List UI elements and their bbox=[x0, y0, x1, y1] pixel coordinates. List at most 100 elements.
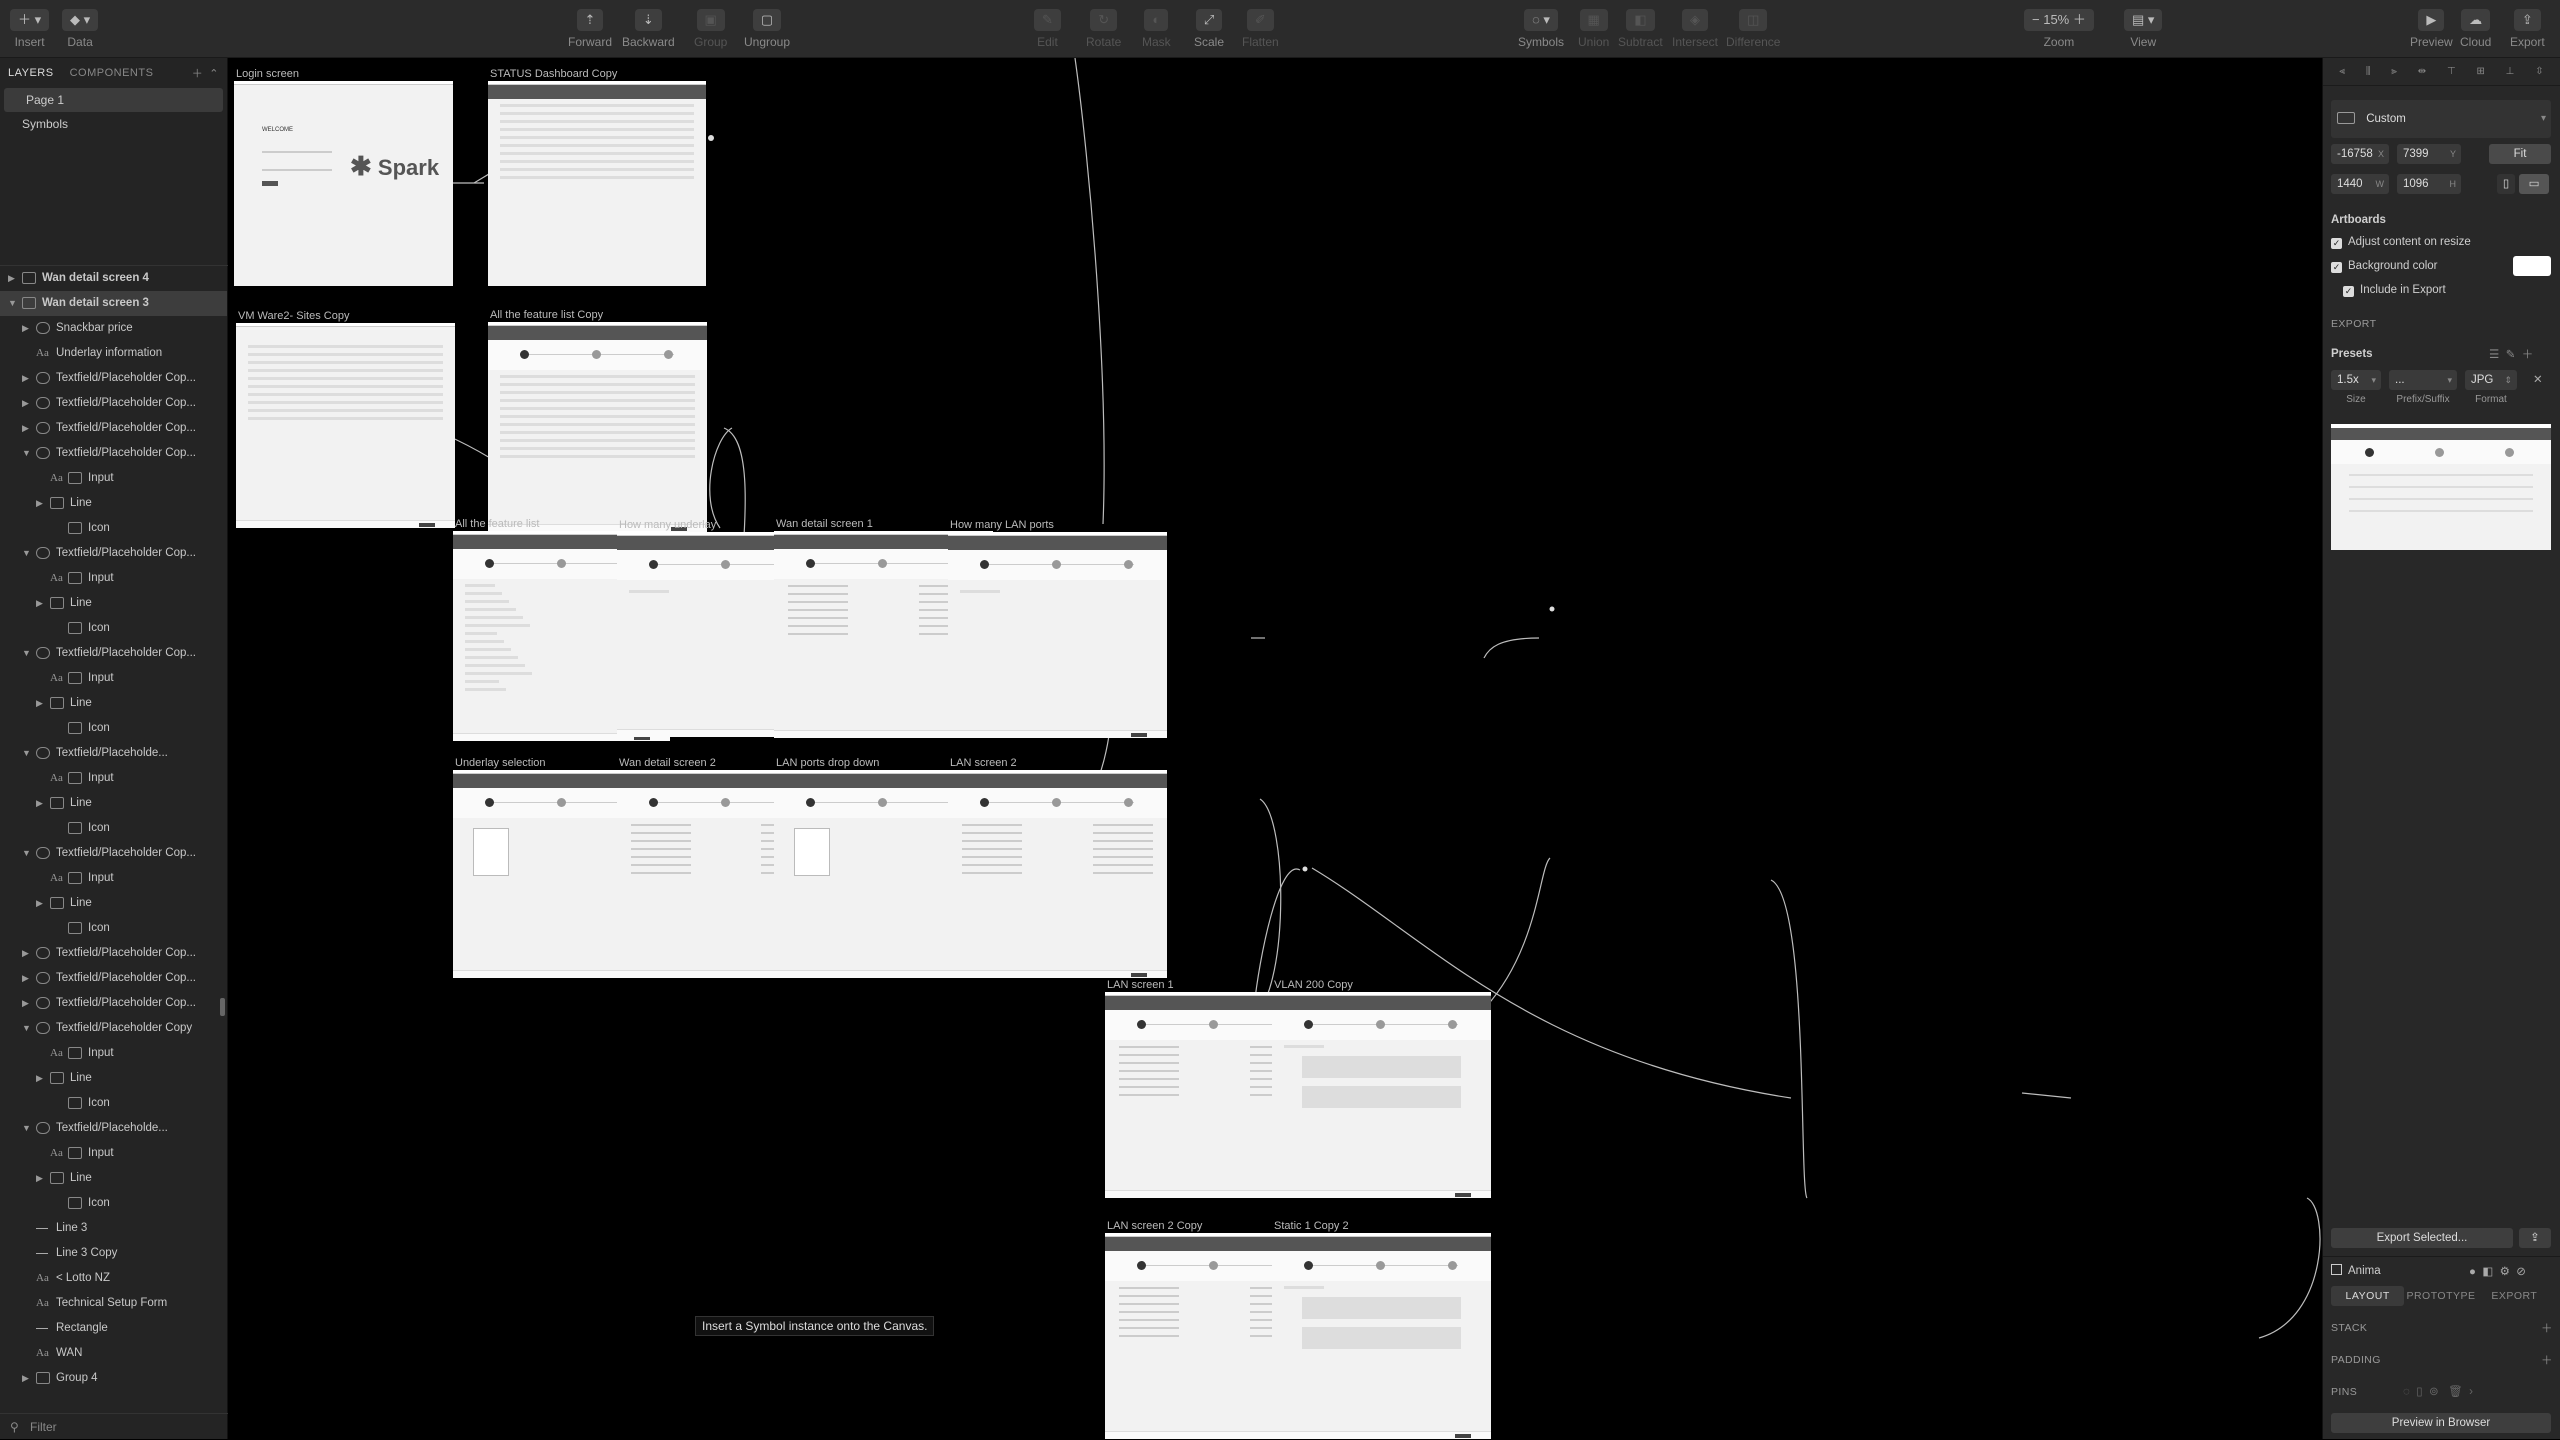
portrait-button[interactable]: ▯ bbox=[2497, 174, 2515, 194]
disclosure-open-icon[interactable]: ▼ bbox=[8, 291, 17, 316]
x-field[interactable]: -16758 X bbox=[2331, 144, 2389, 164]
layer-row[interactable]: ▶ Textfield/Placeholder Cop... bbox=[0, 991, 227, 1016]
layer-row[interactable]: Aa Technical Setup Form bbox=[0, 1291, 227, 1316]
layer-row[interactable]: Icon bbox=[0, 516, 227, 541]
difference-tool[interactable]: ◫ Difference bbox=[1726, 9, 1780, 49]
layer-row[interactable]: Aa Input bbox=[0, 766, 227, 791]
rotate-tool[interactable]: ↻ Rotate bbox=[1086, 9, 1121, 49]
forward-tool[interactable]: ⇡ Forward bbox=[568, 9, 612, 49]
disclosure-closed-icon[interactable]: ▶ bbox=[36, 691, 43, 716]
layer-row[interactable]: ▶ Snackbar price bbox=[0, 316, 227, 341]
insert-tool[interactable]: ＋ ▾ Insert bbox=[10, 9, 50, 49]
align-bottom-icon[interactable]: ⊥ bbox=[2506, 66, 2515, 77]
disclosure-open-icon[interactable]: ▼ bbox=[22, 441, 31, 466]
artboard-login-screen[interactable]: Login screen WELCOME ✱ Spark bbox=[234, 68, 453, 286]
artboard-static-1-copy-2[interactable]: Static 1 Copy 2 bbox=[1272, 1220, 1491, 1439]
align-right-icon[interactable]: ⫸ bbox=[2391, 66, 2397, 77]
artboard-vlan-200-copy[interactable]: VLAN 200 Copy bbox=[1272, 979, 1491, 1198]
disclosure-open-icon[interactable]: ▼ bbox=[22, 1116, 31, 1141]
layer-row[interactable]: ▶ Line bbox=[0, 491, 227, 516]
disclosure-closed-icon[interactable]: ▶ bbox=[22, 1366, 29, 1391]
layer-row[interactable]: ▶ Group 4 bbox=[0, 1366, 227, 1391]
layer-row[interactable]: ▶ Textfield/Placeholder Cop... bbox=[0, 941, 227, 966]
layer-row[interactable]: ▶ Textfield/Placeholder Cop... bbox=[0, 966, 227, 991]
layer-row[interactable]: Aa Input bbox=[0, 666, 227, 691]
layer-row[interactable]: Icon bbox=[0, 816, 227, 841]
ungroup-tool[interactable]: ▢ Ungroup bbox=[744, 9, 790, 49]
layer-row[interactable]: Aa Input bbox=[0, 866, 227, 891]
layer-row[interactable]: ▶ Textfield/Placeholder Cop... bbox=[0, 416, 227, 441]
cloud-tool[interactable]: ☁ Cloud bbox=[2460, 9, 2491, 49]
layer-row[interactable]: ▶ Line bbox=[0, 891, 227, 916]
disclosure-closed-icon[interactable]: ▶ bbox=[22, 416, 29, 441]
disclosure-open-icon[interactable]: ▼ bbox=[22, 741, 31, 766]
preset-select[interactable]: Custom ▾ bbox=[2331, 100, 2551, 138]
flatten-tool[interactable]: ✐ Flatten bbox=[1242, 9, 1279, 49]
landscape-button[interactable]: ▭ bbox=[2519, 174, 2549, 194]
disclosure-closed-icon[interactable]: ▶ bbox=[22, 941, 29, 966]
remove-export-icon[interactable]: ✕ bbox=[2533, 372, 2543, 386]
layer-row[interactable]: Rectangle bbox=[0, 1316, 227, 1341]
y-field[interactable]: 7399 Y bbox=[2397, 144, 2461, 164]
layer-row[interactable]: Icon bbox=[0, 616, 227, 641]
distribute-h-icon[interactable]: ⇹ bbox=[2418, 66, 2426, 77]
disclosure-closed-icon[interactable]: ▶ bbox=[8, 266, 15, 291]
intersect-tool[interactable]: ◈ Intersect bbox=[1672, 9, 1718, 49]
backward-tool[interactable]: ⇣ Backward bbox=[622, 9, 675, 49]
disclosure-closed-icon[interactable]: ▶ bbox=[22, 316, 29, 341]
subtract-tool[interactable]: ◧ Subtract bbox=[1618, 9, 1663, 49]
artboard-how-many-lan-ports[interactable]: How many LAN ports bbox=[948, 519, 1167, 738]
disclosure-closed-icon[interactable]: ▶ bbox=[36, 1166, 43, 1191]
disclosure-closed-icon[interactable]: ▶ bbox=[22, 366, 29, 391]
layer-row[interactable]: ▼ Textfield/Placeholder Copy bbox=[0, 1016, 227, 1041]
disclosure-open-icon[interactable]: ▼ bbox=[22, 841, 31, 866]
artboard-lan-screen-2[interactable]: LAN screen 2 bbox=[948, 757, 1167, 978]
align-left-icon[interactable]: ⫷ bbox=[2339, 66, 2345, 77]
disclosure-closed-icon[interactable]: ▶ bbox=[22, 966, 29, 991]
canvas[interactable]: Login screen WELCOME ✱ Spark STATUS Dash… bbox=[229, 58, 2321, 1439]
edit-tool[interactable]: ✎ Edit bbox=[1034, 9, 1061, 49]
tab-export[interactable]: EXPORT bbox=[2478, 1286, 2551, 1306]
layer-row[interactable]: ▶ Textfield/Placeholder Cop... bbox=[0, 366, 227, 391]
layer-row[interactable]: ▶ Wan detail screen 4 bbox=[0, 266, 227, 291]
anima-tool-icons[interactable]: ● ◧ ⚙ ⊘ bbox=[2469, 1264, 2526, 1278]
layer-row[interactable]: Aa Input bbox=[0, 466, 227, 491]
layer-row[interactable]: ▶ Line bbox=[0, 691, 227, 716]
page-item-symbols[interactable]: Symbols bbox=[0, 112, 227, 136]
align-center-icon[interactable]: ⫼ bbox=[2366, 66, 2371, 77]
layer-row[interactable]: Aa < Lotto NZ bbox=[0, 1266, 227, 1291]
anima-plugin-header[interactable]: Anima bbox=[2331, 1264, 2381, 1277]
layer-row[interactable]: Icon bbox=[0, 1191, 227, 1216]
disclosure-closed-icon[interactable]: ▶ bbox=[36, 1066, 43, 1091]
disclosure-closed-icon[interactable]: ▶ bbox=[36, 891, 43, 916]
page-item-page-1[interactable]: Page 1 bbox=[4, 88, 223, 112]
align-top-icon[interactable]: ⊤ bbox=[2447, 66, 2456, 77]
layer-row[interactable]: Line 3 Copy bbox=[0, 1241, 227, 1266]
include-export-checkbox[interactable]: ✓ Include in Export bbox=[2343, 284, 2446, 297]
view-tool[interactable]: ▤ ▾ View bbox=[2124, 9, 2163, 49]
artboard-status-dashboard[interactable]: STATUS Dashboard Copy bbox=[488, 68, 706, 286]
disclosure-closed-icon[interactable]: ▶ bbox=[36, 791, 43, 816]
disclosure-open-icon[interactable]: ▼ bbox=[22, 1016, 31, 1041]
disclosure-closed-icon[interactable]: ▶ bbox=[36, 491, 43, 516]
group-tool[interactable]: ▣ Group bbox=[694, 9, 727, 49]
export-selected-button[interactable]: Export Selected... bbox=[2331, 1228, 2513, 1248]
disclosure-closed-icon[interactable]: ▶ bbox=[22, 991, 29, 1016]
layer-row[interactable]: ▼ Wan detail screen 3 bbox=[0, 291, 227, 316]
disclosure-open-icon[interactable]: ▼ bbox=[22, 641, 31, 666]
union-tool[interactable]: ▦ Union bbox=[1578, 9, 1609, 49]
add-stack-icon[interactable]: ＋ bbox=[2541, 1320, 2553, 1336]
layer-row[interactable]: ▶ Line bbox=[0, 791, 227, 816]
layer-row[interactable]: ▶ Line bbox=[0, 1166, 227, 1191]
preview-in-browser-button[interactable]: Preview in Browser bbox=[2331, 1413, 2551, 1433]
mask-tool[interactable]: ◐ Mask bbox=[1142, 9, 1171, 49]
layer-row[interactable]: Aa Input bbox=[0, 1141, 227, 1166]
bg-color-swatch[interactable] bbox=[2513, 256, 2551, 276]
zoom-control[interactable]: − 15% ＋ Zoom bbox=[2024, 9, 2094, 49]
layer-row[interactable]: Aa Input bbox=[0, 566, 227, 591]
height-field[interactable]: 1096 H bbox=[2397, 174, 2461, 194]
artboard-feature-list-copy[interactable]: All the feature list Copy bbox=[488, 309, 707, 532]
data-tool[interactable]: ◆ ▾ Data bbox=[62, 9, 99, 49]
add-page-icon[interactable]: ＋ bbox=[192, 65, 204, 81]
layer-row[interactable]: ▼ Textfield/Placeholder Cop... bbox=[0, 641, 227, 666]
